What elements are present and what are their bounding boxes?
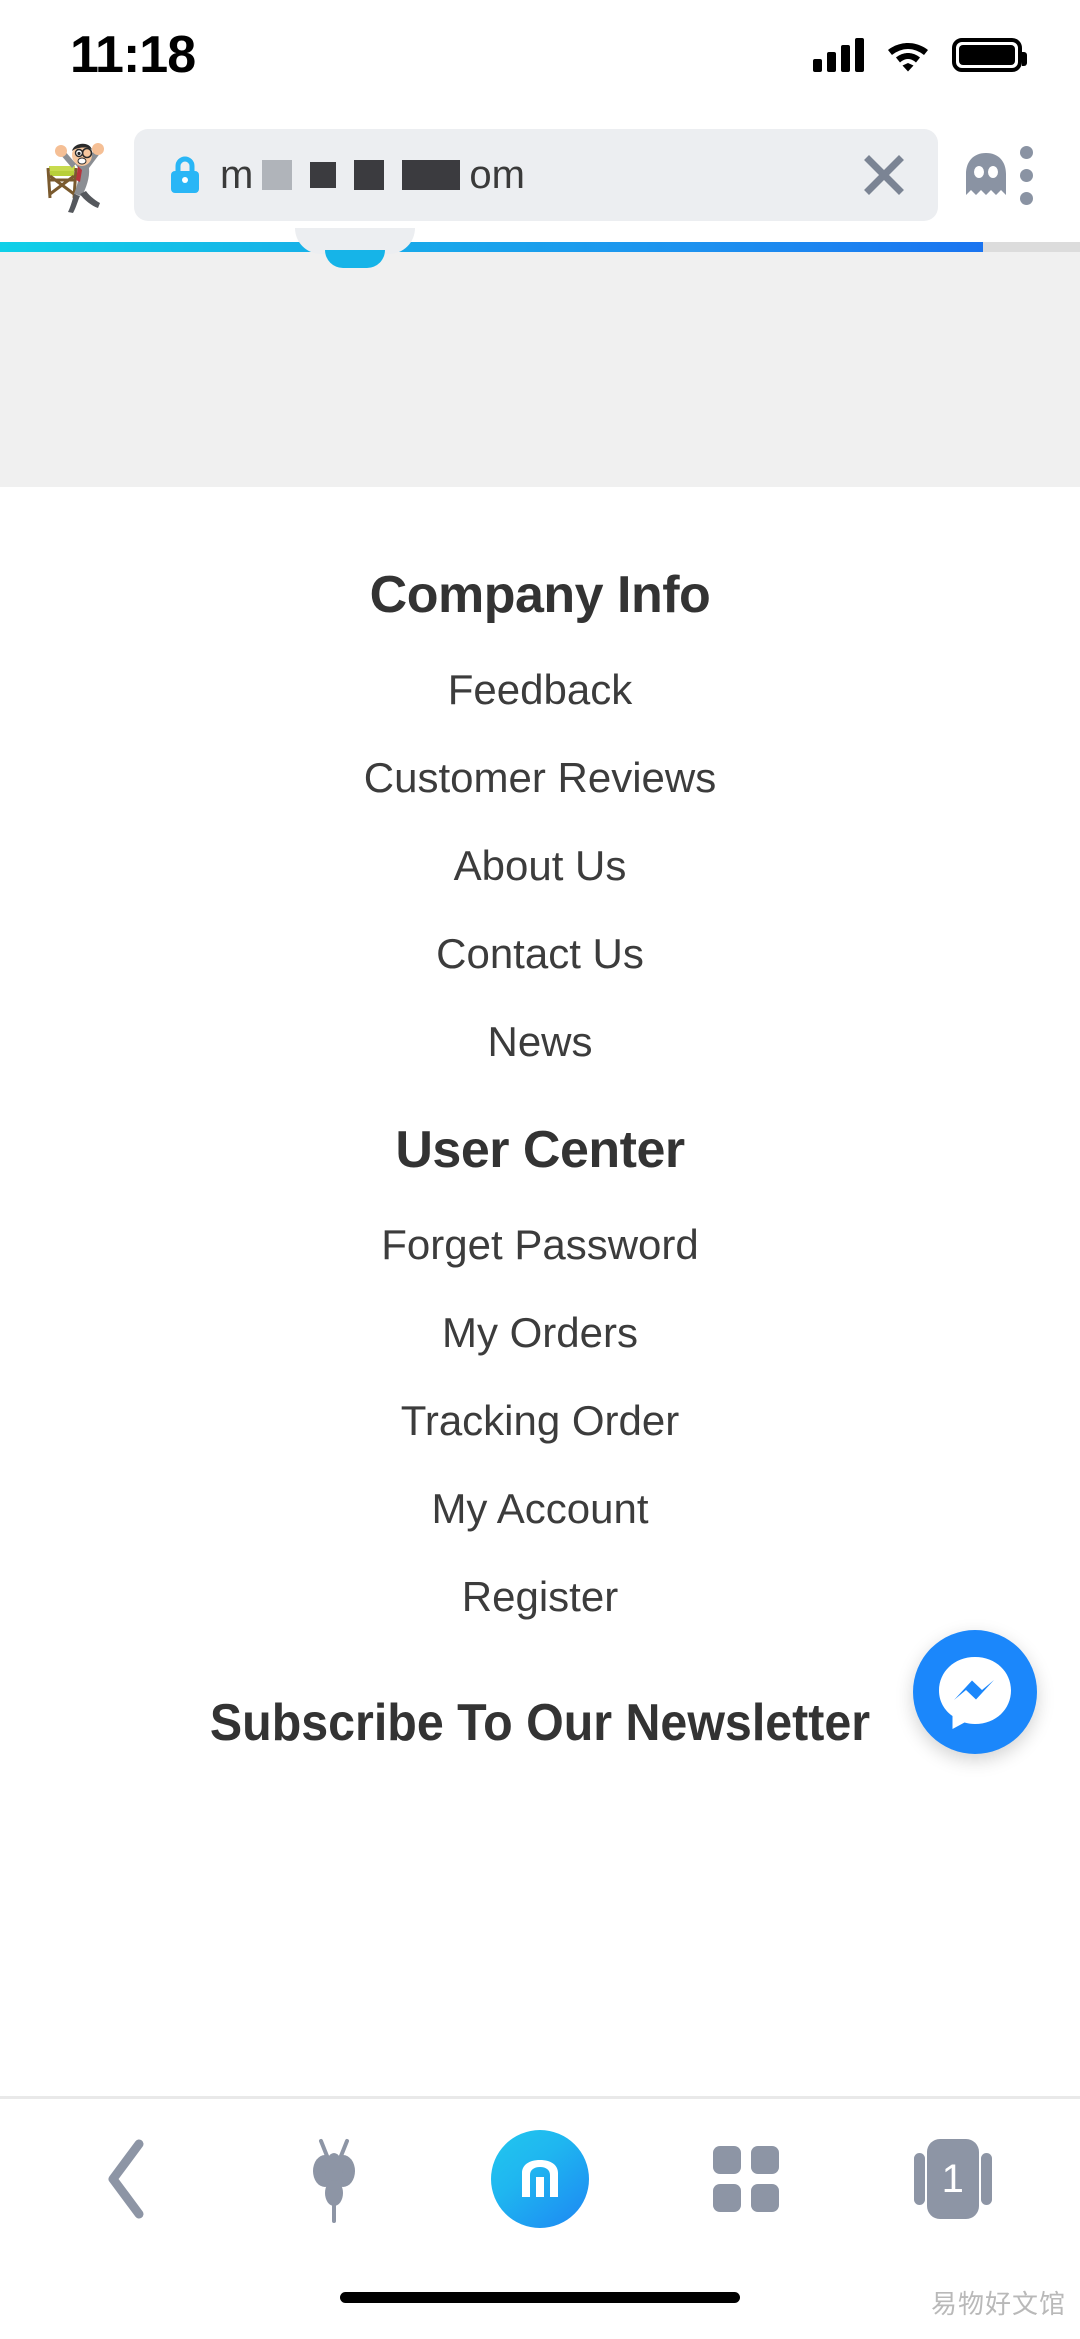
status-icons: [813, 38, 1027, 72]
browser-toolbar: m om: [0, 110, 1080, 240]
footer-link-feedback[interactable]: Feedback: [0, 646, 1080, 734]
home-indicator-bar[interactable]: [340, 2292, 740, 2303]
url-text: m om: [220, 153, 856, 198]
footer-link-my-account[interactable]: My Account: [0, 1465, 1080, 1553]
image-watermark: 易物好文馆: [930, 2289, 1066, 2319]
tab-side-right: [980, 2153, 992, 2205]
messenger-icon: [939, 1657, 1011, 1729]
lock-icon: [171, 156, 199, 193]
facebook-messenger-button[interactable]: [913, 1630, 1037, 1754]
nav-gesture-button[interactable]: [274, 2119, 394, 2239]
blank-placeholder-block: [0, 252, 1080, 487]
url-prefix: m: [220, 152, 254, 197]
nav-apps-grid-button[interactable]: [686, 2119, 806, 2239]
nav-back-button[interactable]: [67, 2119, 187, 2239]
url-redaction-block: [310, 162, 337, 188]
newsletter-heading: Subscribe To Our Newsletter: [209, 1694, 871, 1753]
battery-full-icon: [952, 38, 1027, 72]
nav-home-button[interactable]: [480, 2119, 600, 2239]
footer-link-register[interactable]: Register: [0, 1553, 1080, 1641]
footer-link-about-us[interactable]: About Us: [0, 822, 1080, 910]
ghost-incognito-icon[interactable]: [960, 147, 1012, 203]
status-time: 11:18: [70, 26, 196, 84]
footer-section-company-info: Company Info Feedback Customer Reviews A…: [0, 487, 1080, 1086]
browser-menu-group[interactable]: [960, 135, 1056, 215]
footer-link-my-orders[interactable]: My Orders: [0, 1289, 1080, 1377]
back-chevron-icon: [108, 2139, 144, 2219]
webpage-viewport[interactable]: Company Info Feedback Customer Reviews A…: [0, 252, 1080, 2339]
footer-link-list: Feedback Customer Reviews About Us Conta…: [0, 646, 1080, 1086]
url-bar[interactable]: m om: [134, 129, 938, 221]
footer-link-news[interactable]: News: [0, 998, 1080, 1086]
gesture-bug-icon: [312, 2139, 355, 2223]
section-heading: User Center: [395, 1121, 685, 1180]
url-redaction-block: [354, 160, 385, 190]
footer-link-list: Forget Password My Orders Tracking Order…: [0, 1201, 1080, 1641]
footer-section-user-center: User Center Forget Password My Orders Tr…: [0, 1086, 1080, 1641]
url-redaction-block: [262, 160, 293, 190]
three-dots-menu-icon[interactable]: [1020, 145, 1033, 205]
phone-screen: 11:18 m om Company Info Feedback Custome…: [0, 0, 1080, 2339]
page-load-progress: [0, 242, 1080, 252]
tab-counter-icon: 1: [913, 2139, 992, 2219]
tab-count-label: 1: [926, 2139, 979, 2219]
wifi-icon: [888, 43, 928, 72]
footer-link-tracking-order[interactable]: Tracking Order: [0, 1377, 1080, 1465]
nav-tabs-button[interactable]: 1: [893, 2119, 1013, 2239]
close-icon[interactable]: [856, 147, 912, 203]
footer-link-contact-us[interactable]: Contact Us: [0, 910, 1080, 998]
grid-apps-icon: [713, 2146, 780, 2212]
cellular-signal-icon: [813, 38, 864, 72]
section-heading: Company Info: [369, 566, 711, 624]
url-redaction-block: [402, 160, 461, 190]
footer-link-customer-reviews[interactable]: Customer Reviews: [0, 734, 1080, 822]
browser-bottom-nav: 1 易物好文馆: [0, 2096, 1080, 2339]
progress-fill: [0, 242, 983, 252]
maxthon-logo-icon: [490, 2130, 589, 2228]
site-favicon-cartoon-man[interactable]: [34, 136, 112, 214]
footer-link-forget-password[interactable]: Forget Password: [0, 1201, 1080, 1289]
status-bar: 11:18: [0, 0, 1080, 110]
url-suffix: om: [469, 152, 525, 197]
tab-side-left: [913, 2153, 925, 2205]
url-bar-notch-tip: [325, 250, 385, 268]
